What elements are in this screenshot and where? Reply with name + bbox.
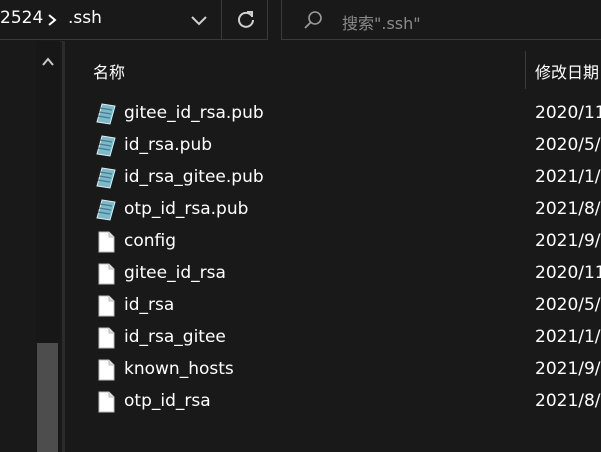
file-name: id_rsa.pub xyxy=(124,135,213,155)
blank-file-icon xyxy=(98,231,115,253)
scroll-up-arrow-icon[interactable] xyxy=(42,57,54,67)
file-name: config xyxy=(124,231,177,251)
file-explorer-window: 2524 .ssh 搜索".ssh" 名称 修改日期 gitee_id_rsa.… xyxy=(0,0,601,452)
file-row[interactable]: known_hosts 2021/9/ xyxy=(65,354,601,386)
file-row[interactable]: id_rsa_gitee.pub 2021/1/ xyxy=(65,162,601,194)
chevron-right-icon[interactable] xyxy=(45,12,59,28)
navigation-pane[interactable] xyxy=(0,41,36,452)
file-row[interactable]: otp_id_rsa.pub 2021/8/ xyxy=(65,194,601,226)
column-header-date-modified[interactable]: 修改日期 xyxy=(535,59,599,83)
file-date: 2020/11 xyxy=(535,263,601,283)
file-date: 2021/8/ xyxy=(535,199,601,219)
file-date: 2021/9/ xyxy=(535,231,601,251)
search-icon xyxy=(304,11,322,29)
file-row[interactable]: id_rsa.pub 2020/5/ xyxy=(65,130,601,162)
publisher-file-icon xyxy=(96,103,116,125)
address-bar[interactable]: 2524 .ssh xyxy=(0,0,222,40)
file-name: otp_id_rsa xyxy=(124,391,211,411)
file-name: known_hosts xyxy=(124,359,234,379)
publisher-file-icon xyxy=(96,199,116,221)
file-list: 名称 修改日期 gitee_id_rsa.pub 2020/11 id_rsa.… xyxy=(65,41,601,452)
publisher-file-icon xyxy=(96,167,116,189)
file-row[interactable]: otp_id_rsa 2021/8/ xyxy=(65,386,601,418)
file-row[interactable]: id_rsa_gitee 2021/1/ xyxy=(65,322,601,354)
search-box[interactable]: 搜索".ssh" xyxy=(281,0,601,40)
file-row[interactable]: config 2021/9/ xyxy=(65,226,601,258)
file-row[interactable]: id_rsa 2020/5/ xyxy=(65,290,601,322)
blank-file-icon xyxy=(98,327,115,349)
blank-file-icon xyxy=(98,359,115,381)
file-name: gitee_id_rsa xyxy=(124,263,226,283)
file-date: 2021/8/ xyxy=(535,391,601,411)
file-name: id_rsa_gitee xyxy=(124,327,226,347)
blank-file-icon xyxy=(98,391,115,413)
breadcrumb-user[interactable]: 2524 xyxy=(0,8,43,28)
file-date: 2021/1/ xyxy=(535,167,601,187)
breadcrumb-ssh[interactable]: .ssh xyxy=(68,8,102,28)
publisher-file-icon xyxy=(96,135,116,157)
file-name: gitee_id_rsa.pub xyxy=(124,103,264,123)
refresh-icon xyxy=(238,11,254,28)
navigation-scrollbar[interactable] xyxy=(36,41,60,452)
chevron-down-icon[interactable] xyxy=(188,12,210,28)
column-divider[interactable] xyxy=(525,51,526,89)
file-date: 2021/1/ xyxy=(535,327,601,347)
blank-file-icon xyxy=(98,263,115,285)
file-name: id_rsa_gitee.pub xyxy=(124,167,264,187)
blank-file-icon xyxy=(98,295,115,317)
file-row[interactable]: gitee_id_rsa.pub 2020/11 xyxy=(65,98,601,130)
file-row[interactable]: gitee_id_rsa 2020/11 xyxy=(65,258,601,290)
file-date: 2020/5/ xyxy=(535,295,601,315)
file-date: 2020/11 xyxy=(535,103,601,123)
search-input[interactable]: 搜索".ssh" xyxy=(342,10,421,34)
column-header-row: 名称 修改日期 xyxy=(65,41,601,96)
column-header-name[interactable]: 名称 xyxy=(93,59,125,83)
file-date: 2021/9/ xyxy=(535,359,601,379)
file-name: id_rsa xyxy=(124,295,175,315)
scrollbar-thumb[interactable] xyxy=(37,343,58,452)
file-date: 2020/5/ xyxy=(535,135,601,155)
address-toolbar: 2524 .ssh 搜索".ssh" xyxy=(0,0,601,42)
file-name: otp_id_rsa.pub xyxy=(124,199,249,219)
refresh-button[interactable] xyxy=(222,0,268,40)
